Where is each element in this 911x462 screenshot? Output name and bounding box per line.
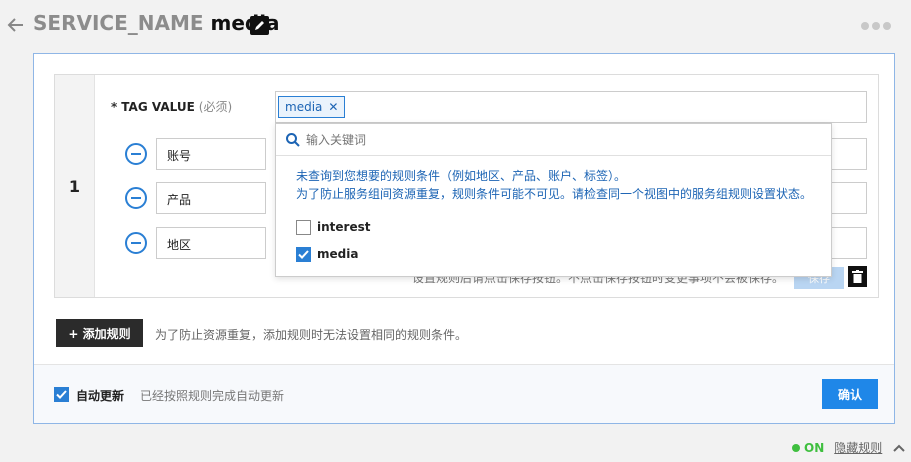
- hide-rules-link[interactable]: 隐藏规则: [834, 439, 882, 456]
- rule-index: 1: [55, 75, 95, 297]
- auto-update-label: 自动更新: [76, 389, 125, 403]
- condition-field[interactable]: 账号: [156, 138, 266, 170]
- page-header: SERVICE_NAME media: [0, 0, 911, 52]
- service-name: SERVICE_NAME: [33, 11, 204, 35]
- auto-update-checkbox[interactable]: [54, 387, 69, 402]
- tag-value-input[interactable]: media ✕: [275, 91, 867, 123]
- condition-field[interactable]: 地区: [156, 227, 266, 259]
- check-icon: [56, 390, 67, 399]
- chevron-up-icon[interactable]: [892, 441, 906, 455]
- dropdown-search: [276, 124, 831, 156]
- tag-value-dropdown: 未查询到您想要的规则条件（例如地区、产品、账户、标签）。 为了防止服务组间资源重…: [275, 123, 832, 277]
- trash-icon: [852, 270, 863, 283]
- option-media[interactable]: media: [296, 245, 358, 263]
- status-bar: ON 隐藏规则: [792, 439, 906, 456]
- edit-icon[interactable]: [250, 16, 269, 35]
- more-options-icon[interactable]: [861, 22, 891, 32]
- remove-condition-button[interactable]: [125, 187, 147, 209]
- add-rule-button[interactable]: + 添加规则: [56, 319, 143, 347]
- checkbox[interactable]: [296, 219, 311, 235]
- required-mark: *: [111, 100, 118, 114]
- check-icon: [298, 249, 309, 259]
- required-hint: (必须): [198, 100, 233, 114]
- message-line-2: 为了防止服务组间资源重复，规则条件可能不可见。请检查同一个视图中的服务组规则设置…: [296, 187, 813, 201]
- tag-label-text: TAG VALUE: [121, 100, 195, 114]
- back-arrow-icon[interactable]: [7, 15, 25, 35]
- condition-row-product: 产品: [125, 182, 270, 214]
- selected-tag-chip: media ✕: [278, 96, 346, 118]
- status-label: ON: [804, 440, 825, 455]
- condition-row-region: 地区: [125, 227, 270, 259]
- confirm-button[interactable]: 确认: [822, 379, 878, 409]
- remove-condition-button[interactable]: [125, 232, 147, 254]
- option-interest[interactable]: interest: [296, 218, 370, 236]
- condition-row-account: 账号: [125, 138, 270, 170]
- dropdown-message: 未查询到您想要的规则条件（例如地区、产品、账户、标签）。 为了防止服务组间资源重…: [296, 167, 812, 203]
- search-icon: [286, 133, 300, 147]
- checkbox[interactable]: [296, 246, 311, 262]
- chip-remove-icon[interactable]: ✕: [328, 100, 338, 114]
- dropdown-search-input[interactable]: [306, 128, 806, 152]
- condition-field[interactable]: 产品: [156, 182, 266, 214]
- delete-rule-button[interactable]: [848, 266, 867, 287]
- option-label: interest: [317, 220, 371, 234]
- tag-value-label: * TAG VALUE (必须): [111, 98, 232, 115]
- add-rule-note: 为了防止资源重复，添加规则时无法设置相同的规则条件。: [155, 328, 468, 342]
- message-line-1: 未查询到您想要的规则条件（例如地区、产品、账户、标签）。: [296, 169, 627, 183]
- resource-name: media: [210, 11, 280, 35]
- auto-update-note: 已经按照规则完成自动更新: [140, 389, 285, 403]
- chip-label: media: [285, 100, 323, 114]
- remove-condition-button[interactable]: [125, 143, 147, 165]
- status-dot-icon: [792, 443, 800, 452]
- page-title: SERVICE_NAME media: [33, 11, 280, 35]
- rule-panel: 1 * TAG VALUE (必须) media ✕ 账号 产品 地区 设置规则后请…: [33, 53, 895, 424]
- option-label: media: [317, 247, 359, 261]
